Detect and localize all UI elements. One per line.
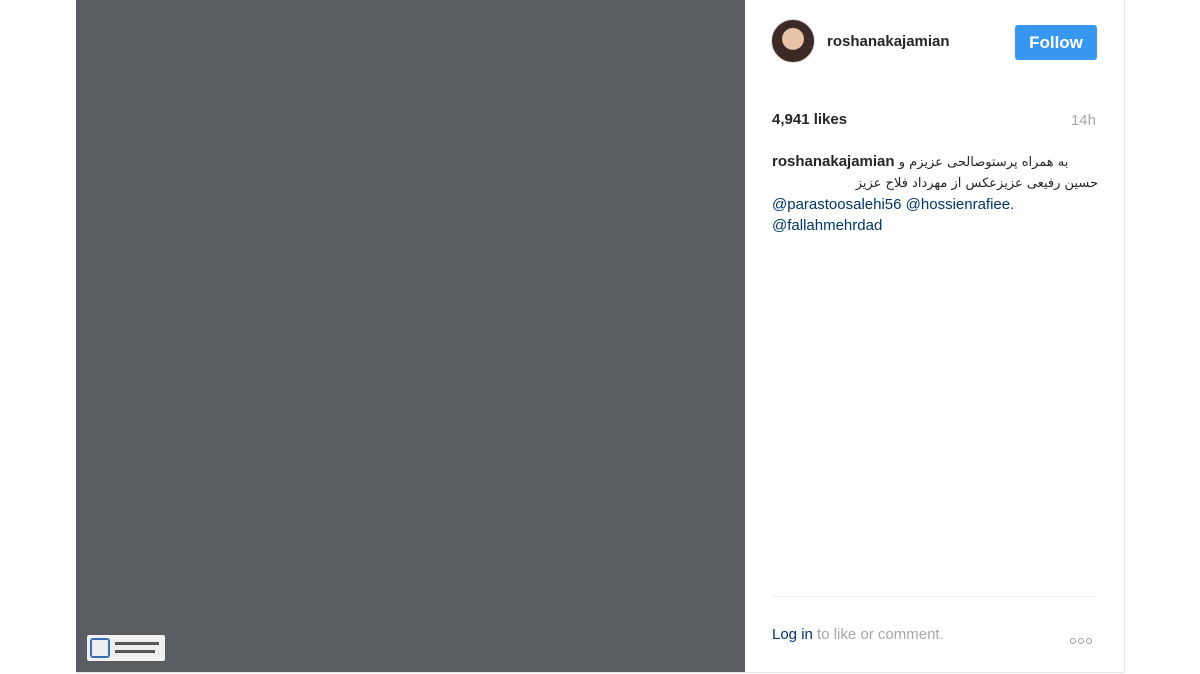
photographer-logo-icon [90, 638, 110, 658]
login-prompt-text: to like or comment. [812, 626, 944, 643]
watermark-text-line [115, 642, 159, 645]
mention-link[interactable]: @fallahmehrdad [772, 217, 882, 234]
watermark-text-line [115, 650, 155, 653]
username-link[interactable]: roshanakajamian [827, 33, 950, 50]
caption: roshanakajamian به همراه پرستوصالحی عزیز… [772, 151, 1098, 236]
post-card: roshanakajamian Follow 4,941 likes 14h r… [76, 0, 1125, 673]
avatar[interactable] [771, 19, 815, 63]
caption-text: حسین رفیعی عزیزعکس از مهرداد فلاح عزیز [855, 176, 1098, 191]
likes-count[interactable]: 4,941 likes [772, 111, 847, 128]
ellipsis-icon[interactable] [1070, 631, 1096, 644]
login-prompt: Log in to like or comment. [772, 626, 944, 643]
post-time[interactable]: 14h [1071, 112, 1096, 129]
divider [772, 596, 1097, 597]
mention-link[interactable]: @parastoosalehi56 [772, 196, 901, 213]
follow-button[interactable]: Follow [1015, 25, 1097, 60]
caption-text: به همراه پرستوصالحی عزیزم و [898, 155, 1069, 170]
post-side-panel: roshanakajamian Follow 4,941 likes 14h r… [745, 0, 1124, 672]
mention-link[interactable]: @hossienrafiee. [906, 196, 1015, 213]
photographer-watermark [87, 635, 165, 661]
post-photo[interactable] [76, 0, 745, 672]
post-header: roshanakajamian Follow [745, 0, 1124, 86]
login-link[interactable]: Log in [772, 626, 813, 643]
caption-username[interactable]: roshanakajamian [772, 153, 895, 170]
